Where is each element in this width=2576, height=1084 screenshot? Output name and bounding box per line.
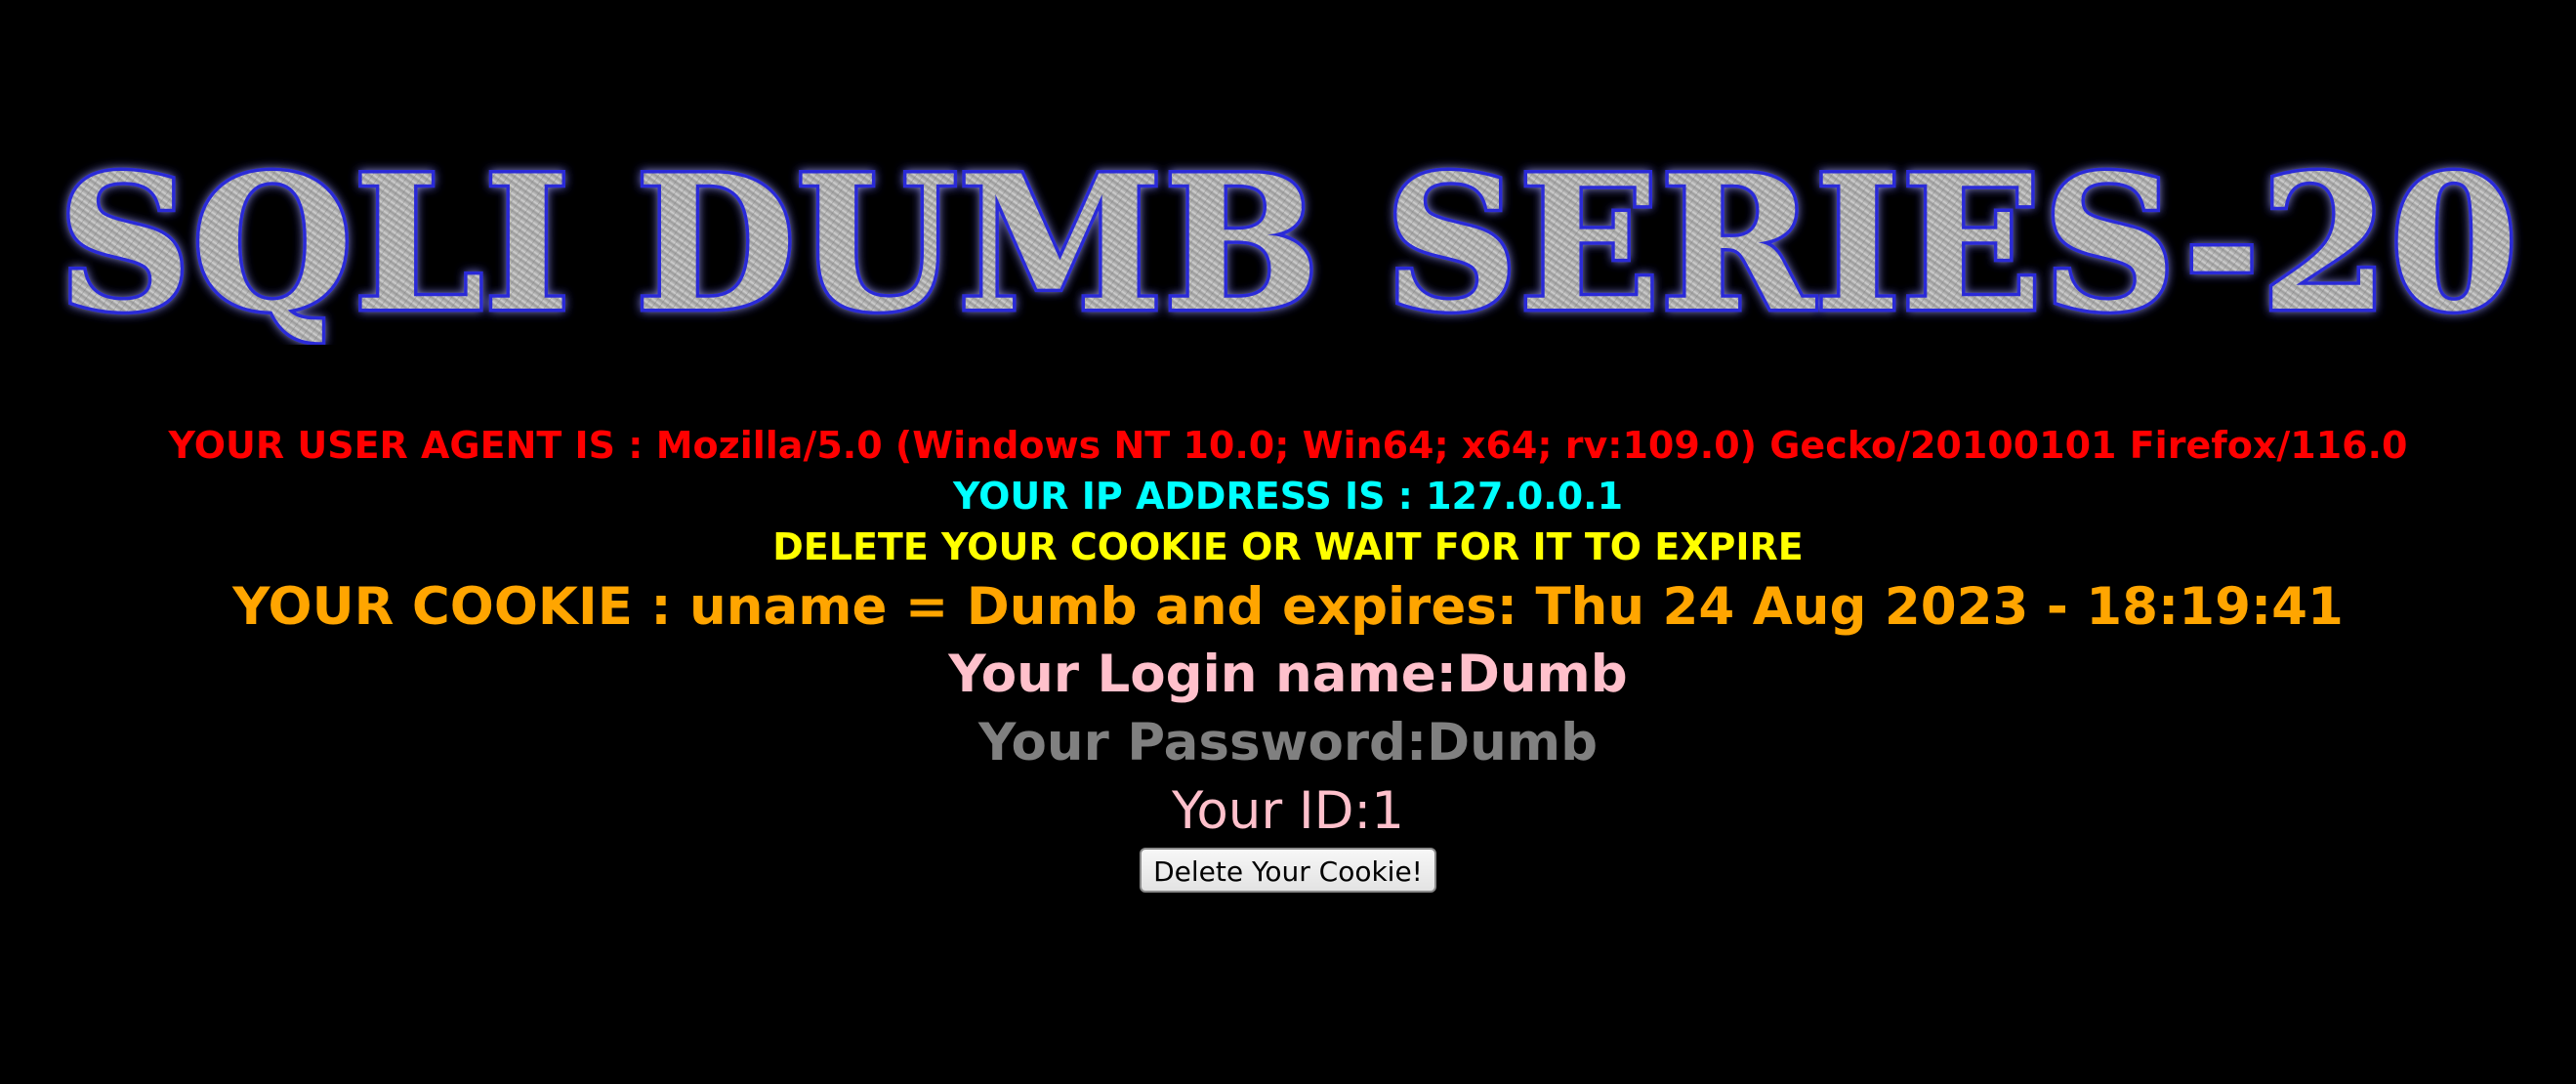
user-agent-text: YOUR USER AGENT IS : Mozilla/5.0 (Window…	[168, 424, 2408, 467]
banner-title-graphic: SQLI DUMB SERIES-20	[55, 135, 2522, 345]
ip-address-text: YOUR IP ADDRESS IS : 127.0.0.1	[952, 475, 1624, 518]
login-name-text: Your Login name:Dumb	[948, 645, 1628, 704]
user-id-text: Your ID:1	[1171, 781, 1404, 841]
info-panel: YOUR USER AGENT IS : Mozilla/5.0 (Window…	[0, 420, 2576, 893]
delete-cookie-button[interactable]: Delete Your Cookie!	[1140, 848, 1436, 893]
banner-title: SQLI DUMB SERIES-20	[58, 135, 2518, 345]
password-text: Your Password:Dumb	[977, 713, 1599, 772]
banner: SQLI DUMB SERIES-20	[0, 135, 2576, 345]
delete-cookie-form: Delete Your Cookie!	[0, 848, 2576, 893]
cookie-text: YOUR COOKIE : uname = Dumb and expires: …	[232, 577, 2344, 637]
delete-cookie-notice: DELETE YOUR COOKIE OR WAIT FOR IT TO EXP…	[772, 525, 1804, 568]
